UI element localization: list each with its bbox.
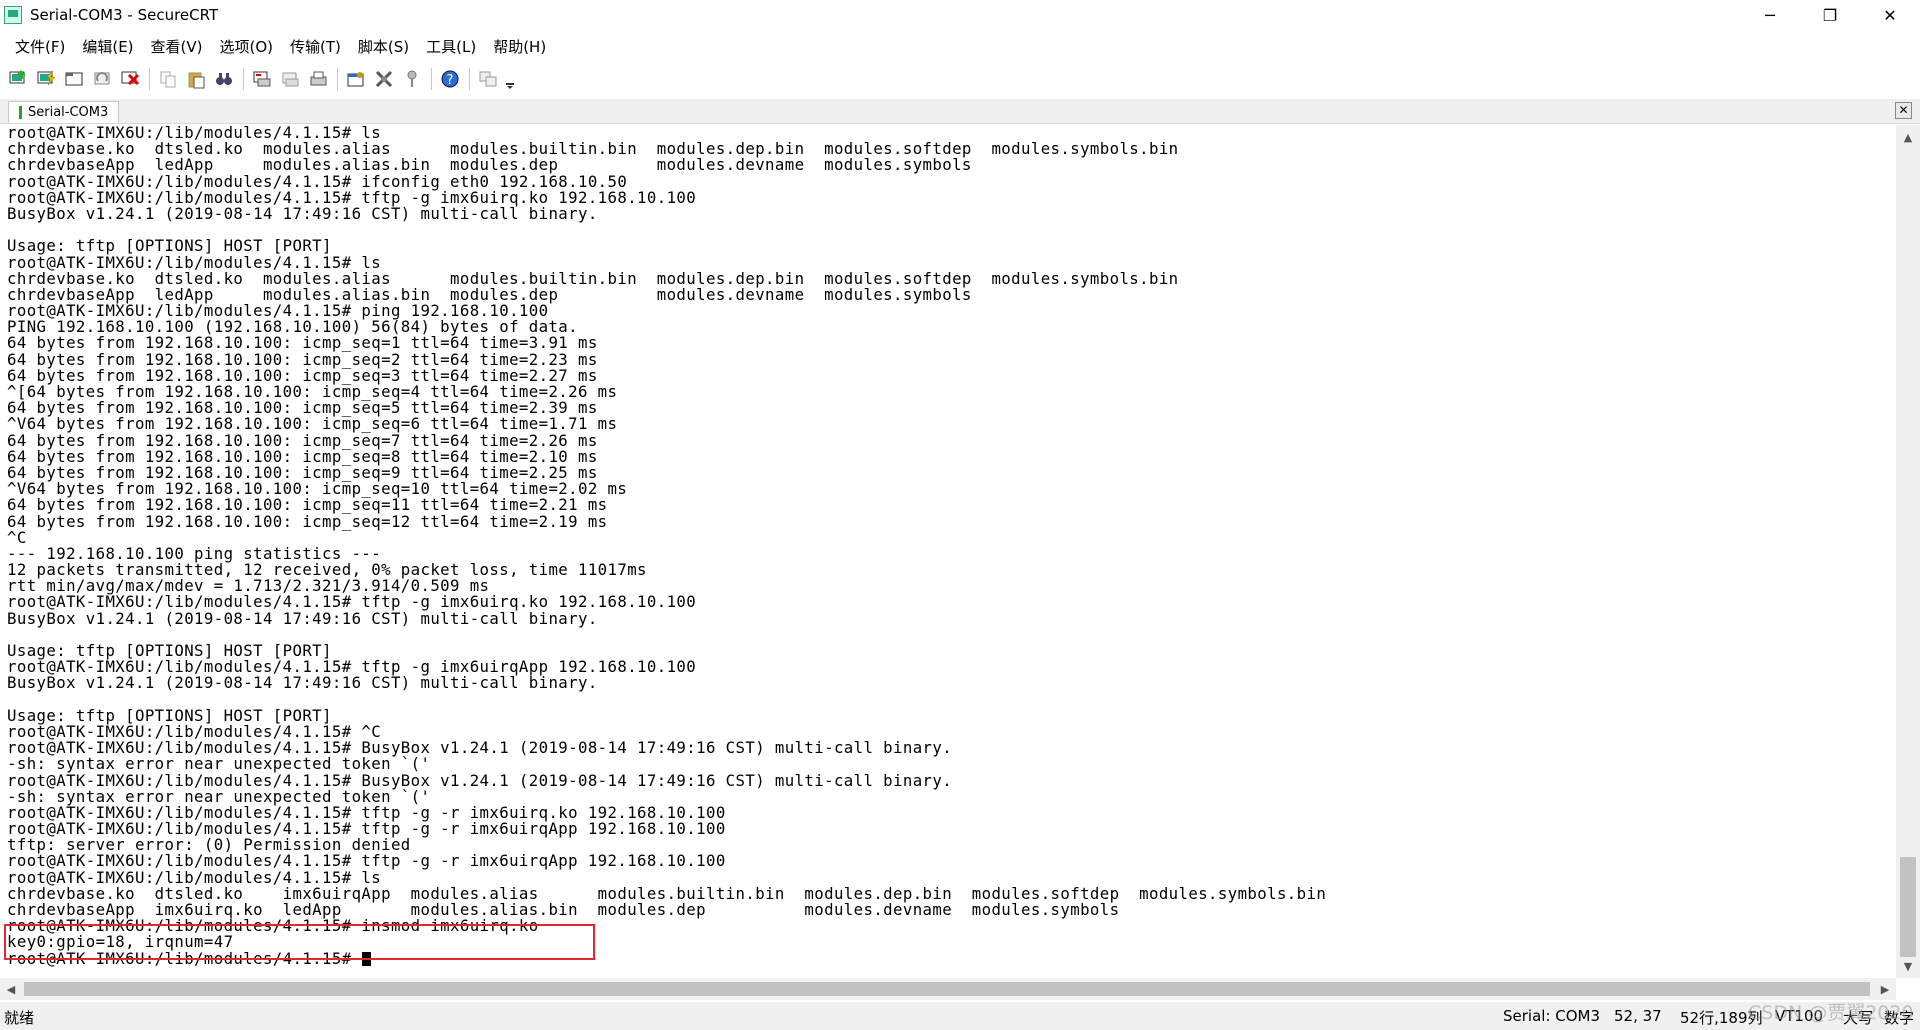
highlight-annotation-box <box>4 924 595 960</box>
minimize-button[interactable]: ─ <box>1740 0 1800 30</box>
terminal-area[interactable]: root@ATK-IMX6U:/lib/modules/4.1.15# ls ch… <box>0 125 1896 978</box>
restore-button[interactable]: ❐ <box>1800 0 1860 30</box>
menu-transfer[interactable]: 传输(T) <box>283 36 348 57</box>
horizontal-scrollbar[interactable]: ◀ ▶ <box>0 978 1896 1000</box>
tab-serial-com3[interactable]: Serial-COM3 <box>8 101 120 123</box>
terminal-line: BusyBox v1.24.1 (2019-08-14 17:49:16 CST… <box>7 608 598 628</box>
connect-icon[interactable] <box>6 67 30 91</box>
connect-in-tab-icon[interactable] <box>62 67 86 91</box>
status-ready: 就绪 <box>4 1009 35 1027</box>
menu-options[interactable]: 选项(O) <box>213 36 281 57</box>
tab-close-icon[interactable]: ✕ <box>1895 102 1912 119</box>
toolbar-separator <box>469 68 470 90</box>
status-connection: Serial: COM3 <box>1503 1007 1601 1025</box>
toolbar-overflow-icon[interactable] <box>504 67 516 91</box>
menu-edit[interactable]: 编辑(E) <box>75 36 140 57</box>
vertical-scroll-thumb[interactable] <box>1900 857 1916 957</box>
session-tab-bar: Serial-COM3 ✕ <box>0 99 1920 124</box>
print-icon[interactable] <box>306 67 330 91</box>
terminal-line: BusyBox v1.24.1 (2019-08-14 17:49:16 CST… <box>7 673 598 693</box>
watermark: CSDN @贾翼2020 <box>1748 1002 1914 1024</box>
help-icon[interactable]: ? <box>438 67 462 91</box>
window-controls: ─ ❐ ✕ <box>1740 0 1920 30</box>
reconnect-icon[interactable] <box>90 67 114 91</box>
securecrt-app-icon[interactable] <box>4 6 22 24</box>
sftp-icon[interactable] <box>476 67 500 91</box>
menu-tools[interactable]: 工具(L) <box>419 36 483 57</box>
copy-icon[interactable] <box>156 67 180 91</box>
close-button[interactable]: ✕ <box>1860 0 1920 30</box>
horizontal-scroll-thumb[interactable] <box>24 982 1870 996</box>
window-title: Serial-COM3 - SecureCRT <box>30 6 219 24</box>
menu-help[interactable]: 帮助(H) <box>486 36 553 57</box>
disconnect-icon[interactable] <box>118 67 142 91</box>
scroll-down-icon[interactable]: ▼ <box>1896 956 1920 976</box>
title-bar: Serial-COM3 - SecureCRT ─ ❐ ✕ <box>0 0 1920 30</box>
terminal-output: root@ATK-IMX6U:/lib/modules/4.1.15# ls ch… <box>7 125 1326 967</box>
menu-bar: 文件(F) 编辑(E) 查看(V) 选项(O) 传输(T) 脚本(S) 工具(L… <box>0 33 1920 59</box>
toolbar: ? <box>0 62 1920 96</box>
quick-connect-icon[interactable] <box>34 67 58 91</box>
svg-text:?: ? <box>447 73 454 88</box>
status-cursor-position: 52, 37 <box>1614 1007 1662 1025</box>
menu-script[interactable]: 脚本(S) <box>351 36 416 57</box>
toolbar-separator <box>431 68 432 90</box>
menu-file[interactable]: 文件(F) <box>8 36 72 57</box>
global-options-icon[interactable] <box>372 67 396 91</box>
print-screen-icon[interactable] <box>250 67 274 91</box>
menu-view[interactable]: 查看(V) <box>144 36 210 57</box>
toolbar-separator <box>149 68 150 90</box>
keymap-icon[interactable] <box>400 67 424 91</box>
connected-indicator-icon <box>19 106 22 119</box>
find-icon[interactable] <box>212 67 236 91</box>
paste-icon[interactable] <box>184 67 208 91</box>
vertical-scrollbar[interactable]: ▲ ▼ <box>1896 125 1920 978</box>
toolbar-separator <box>337 68 338 90</box>
scroll-right-icon[interactable]: ▶ <box>1874 978 1896 1000</box>
scroll-left-icon[interactable]: ◀ <box>0 978 22 1000</box>
toolbar-separator <box>243 68 244 90</box>
status-bar: 就绪 Serial: COM3 52, 37 52行,189列 VT100 大写… <box>0 1002 1920 1030</box>
session-options-icon[interactable] <box>344 67 368 91</box>
print-selection-icon[interactable] <box>278 67 302 91</box>
tab-label: Serial-COM3 <box>28 105 109 120</box>
terminal-line: 64 bytes from 192.168.10.100: icmp_seq=1… <box>7 511 608 531</box>
terminal-line: BusyBox v1.24.1 (2019-08-14 17:49:16 CST… <box>7 203 598 223</box>
scroll-up-icon[interactable]: ▲ <box>1896 127 1920 147</box>
